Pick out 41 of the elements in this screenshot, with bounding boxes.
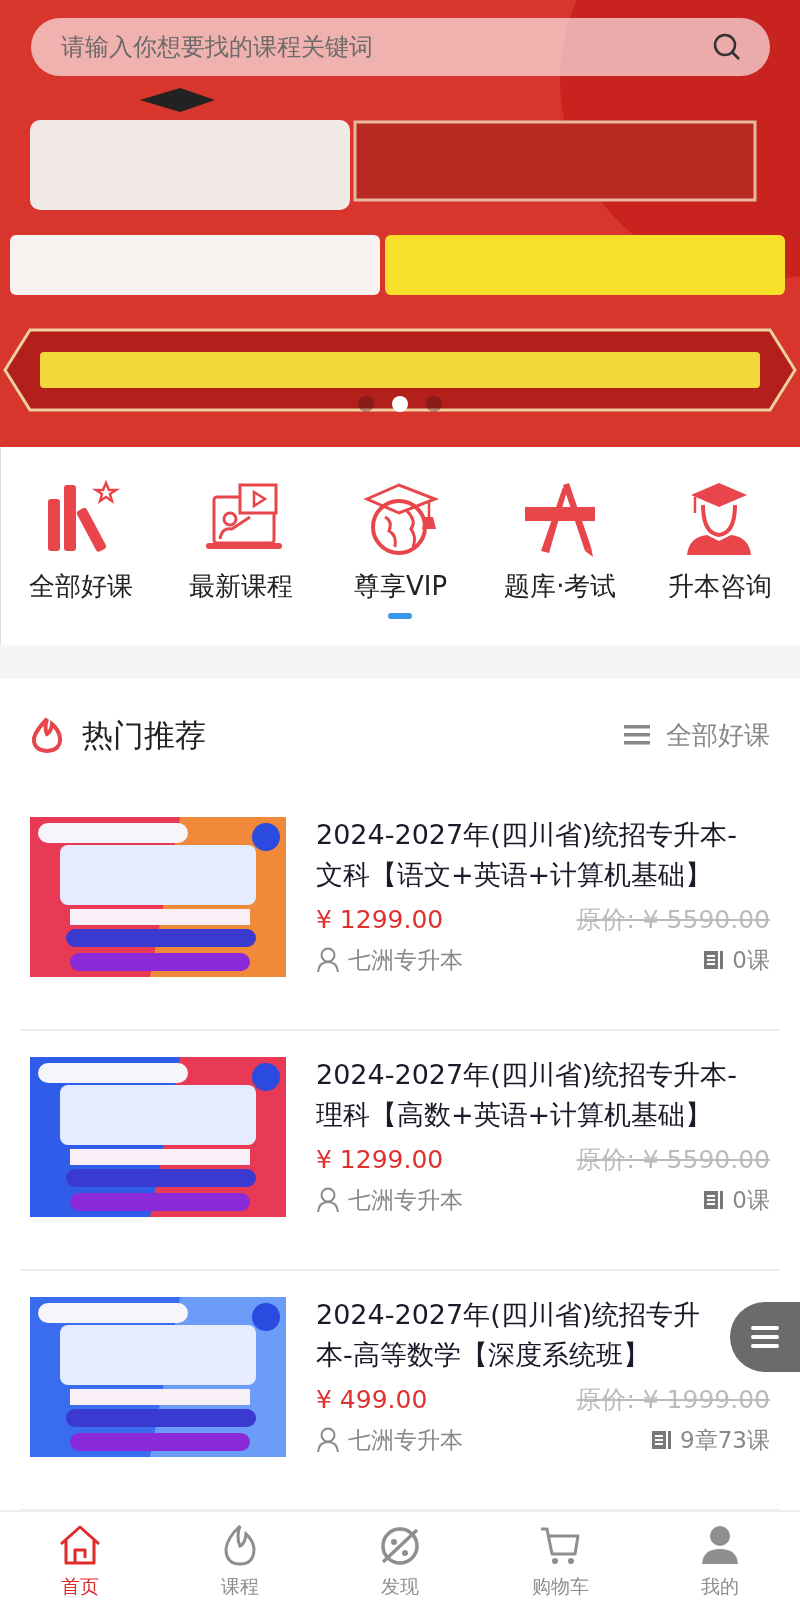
section-title: 热门推荐 <box>82 715 207 755</box>
document-icon <box>652 1429 673 1450</box>
search-field[interactable]: 请输入你想要找的课程关键词 <box>31 18 770 76</box>
category-item[interactable]: 题库·考试 <box>480 477 641 645</box>
category-item[interactable]: 全部好课 <box>1 477 161 645</box>
person-icon <box>316 946 340 973</box>
teacher-name: 七洲专升本 <box>348 1425 463 1455</box>
nav-tab[interactable]: 首页 <box>0 1512 160 1609</box>
all-courses-link[interactable]: 全部好课 <box>624 715 770 755</box>
document-icon <box>704 1189 725 1210</box>
flame-icon <box>30 716 64 754</box>
course-title: 2024-2027年(四川省)统招专升本-高等数学【深度系统班】 <box>316 1298 702 1372</box>
lesson-count: 9章73课 <box>680 1425 770 1455</box>
list-icon <box>624 724 650 746</box>
category-item[interactable]: 尊享VIP <box>320 477 481 645</box>
document-icon <box>704 949 725 970</box>
person-icon <box>316 1186 340 1213</box>
teacher-name: 七洲专升本 <box>348 1185 463 1215</box>
carousel-dot[interactable] <box>358 396 374 412</box>
page-indicator <box>388 613 412 619</box>
course-price: ¥ 1299.00 <box>316 1144 444 1176</box>
lesson-count: 0课 <box>732 945 770 975</box>
course-price: ¥ 499.00 <box>316 1384 428 1416</box>
course-title: 2024-2027年(四川省)统招专升本-理科【高数+英语+计算机基础】 <box>316 1058 738 1132</box>
category-item[interactable]: 最新课程 <box>160 477 321 645</box>
original-price: 原价: ¥ 1999.00 <box>576 1384 770 1416</box>
original-price: 原价: ¥ 5590.00 <box>576 1144 770 1176</box>
course-title: 2024-2027年(四川省)统招专升本-文科【语文+英语+计算机基础】 <box>316 818 738 892</box>
menu-icon <box>751 1325 779 1349</box>
course-price: ¥ 1299.00 <box>316 904 444 936</box>
menu-button[interactable] <box>730 1302 800 1372</box>
lesson-count: 0课 <box>732 1185 770 1215</box>
course-card[interactable]: 2024-2027年(四川省)统招专升本-文科【语文+英语+计算机基础】 ¥ 1299.00 原价: ¥ 5590.00 七洲专升本 0课 <box>20 791 780 1031</box>
category-item[interactable]: 升本咨询 <box>640 477 800 645</box>
search-input[interactable]: 请输入你想要找的课程关键词 <box>59 28 712 66</box>
teacher-name: 七洲专升本 <box>348 945 463 975</box>
original-price: 原价: ¥ 5590.00 <box>576 904 770 936</box>
person-icon <box>316 1426 340 1453</box>
course-card[interactable]: 2024-2027年(四川省)统招专升本-理科【高数+英语+计算机基础】 ¥ 1299.00 原价: ¥ 5590.00 七洲专升本 0课 <box>20 1031 780 1271</box>
search-icon[interactable] <box>712 32 742 62</box>
carousel-dot[interactable] <box>426 396 442 412</box>
